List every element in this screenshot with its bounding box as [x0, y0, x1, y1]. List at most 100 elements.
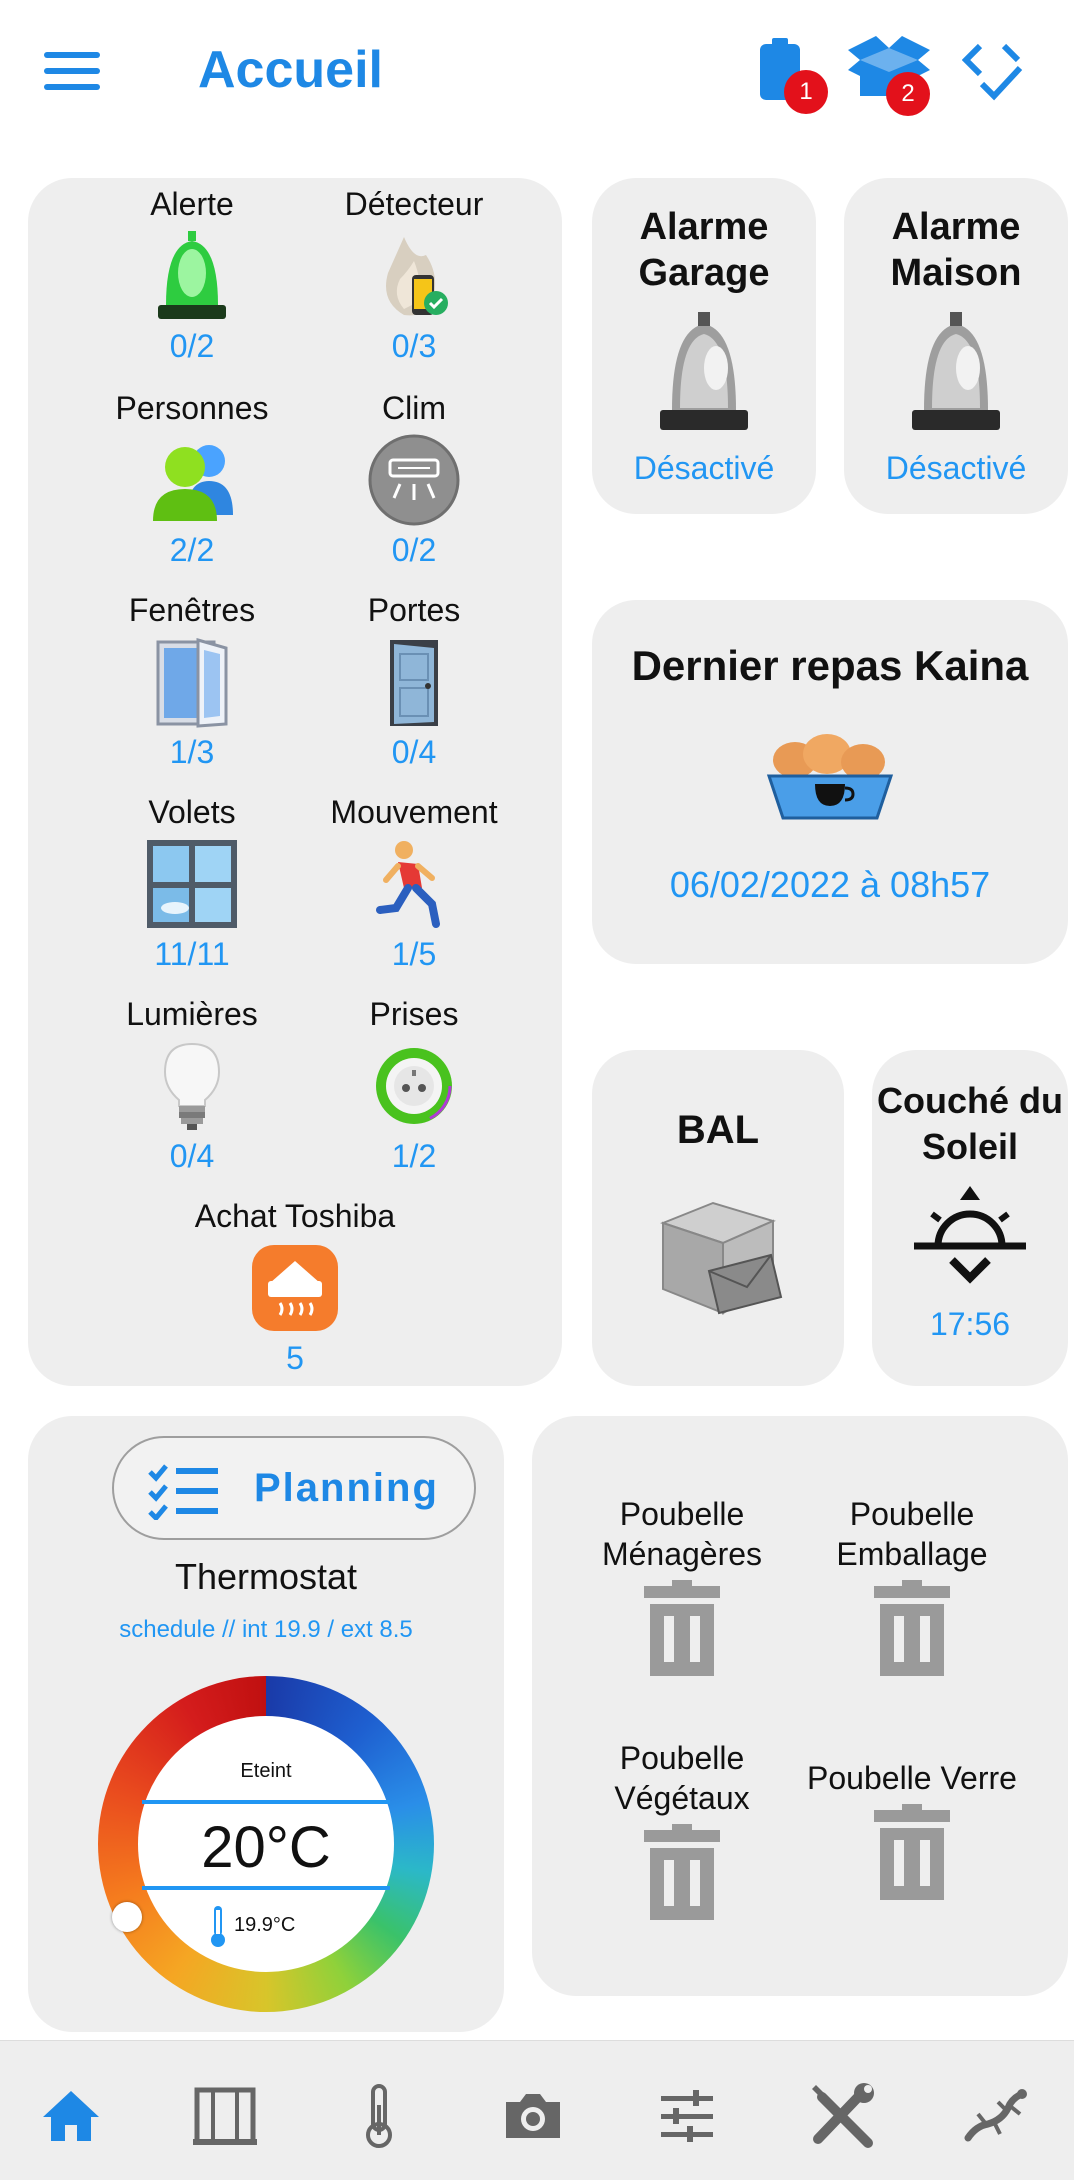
power-outlet-icon — [364, 1038, 464, 1134]
siren-icon — [142, 228, 242, 324]
status-item-label: Lumières — [126, 996, 258, 1032]
trash-icon — [874, 1804, 950, 1900]
status-item-value: 0/4 — [391, 734, 437, 770]
nav-camera[interactable] — [498, 2081, 568, 2151]
last-meal-card[interactable]: Dernier repas Kaina 06/02/2022 à 08h57 — [592, 600, 1068, 964]
bin-vegetaux[interactable]: Poubelle Végétaux — [562, 1738, 802, 1925]
thermostat-mode: Eteint — [240, 1760, 292, 1782]
checklist-icon — [148, 1464, 218, 1520]
alarm-garage-state: Désactivé — [633, 450, 775, 486]
thermometer-icon — [208, 1904, 228, 1948]
status-item-prises[interactable]: Prises 1/2 — [304, 994, 524, 1178]
alarm-maison-title: Alarme Maison — [890, 206, 1022, 294]
status-item-mouvement[interactable]: Mouvement 1/5 — [304, 792, 524, 976]
code-check-button[interactable] — [961, 42, 1024, 102]
last-meal-date: 06/02/2022 à 08h57 — [669, 864, 991, 905]
sunset-time: 17:56 — [929, 1306, 1011, 1342]
home-icon — [43, 2091, 99, 2141]
mailbox-title: BAL — [676, 1108, 760, 1152]
status-item-clim[interactable]: Clim 0/2 — [304, 388, 524, 572]
status-item-label: Détecteur — [344, 186, 484, 222]
bin-label: Poubelle Ménagères — [601, 1496, 763, 1572]
status-item-value: 0/4 — [169, 1138, 215, 1174]
thermometer-icon — [366, 2084, 392, 2148]
bin-menageres[interactable]: Poubelle Ménagères — [562, 1494, 802, 1681]
air-conditioner-icon — [364, 432, 464, 528]
thermostat-divider — [142, 1886, 390, 1890]
status-item-label: Prises — [369, 996, 459, 1032]
thermostat-title: Thermostat — [174, 1556, 358, 1597]
alarm-siren-icon — [906, 312, 1006, 432]
nav-home[interactable] — [36, 2081, 106, 2151]
bin-verre[interactable]: Poubelle Verre — [782, 1758, 1042, 1905]
building-icon — [193, 2087, 257, 2145]
mail-package-icon — [653, 1193, 783, 1323]
bin-label: Poubelle Végétaux — [614, 1740, 750, 1816]
status-item-label: Personnes — [115, 390, 269, 426]
battery-button[interactable]: 1 — [760, 38, 828, 114]
light-bulb-icon — [142, 1038, 242, 1134]
alarm-garage-title: Alarme Garage — [638, 206, 770, 294]
status-item-label: Clim — [382, 390, 446, 426]
alarm-maison-card[interactable]: Alarme Maison Désactivé — [844, 178, 1068, 514]
status-item-label: Achat Toshiba — [194, 1198, 396, 1234]
status-item-volets[interactable]: Volets 11/11 — [82, 792, 302, 976]
status-item-value: 1/5 — [391, 936, 437, 972]
nav-thermometer[interactable] — [344, 2081, 414, 2151]
status-item-label: Volets — [148, 794, 236, 830]
bins-card: Poubelle Ménagères Poubelle Emballage Po… — [532, 1416, 1068, 1996]
thermostat-card: Planning Thermostat schedule // int 19.9… — [28, 1416, 504, 2032]
smoke-detector-icon — [364, 228, 464, 324]
alarm-garage-card[interactable]: Alarme Garage Désactivé — [592, 178, 816, 514]
sunset-title: Couché du Soleil — [877, 1080, 1063, 1167]
motion-icon — [364, 836, 464, 932]
heater-icon — [245, 1240, 345, 1336]
status-item-value: 0/2 — [391, 532, 437, 568]
package-button[interactable]: 2 — [846, 36, 936, 116]
shutters-icon — [142, 836, 242, 932]
bin-label: Poubelle Verre — [807, 1760, 1017, 1796]
status-item-fenetres[interactable]: Fenêtres 1/3 — [82, 590, 302, 774]
status-item-label: Portes — [367, 592, 461, 628]
thermostat-setpoint: 20°C — [201, 1815, 331, 1880]
status-grid-card: Alerte 0/2 Détecteur 0/3 Personnes 2/2 C… — [28, 178, 562, 1386]
pet-bowl-icon — [765, 734, 895, 824]
package-badge: 2 — [886, 72, 930, 116]
status-item-value: 5 — [286, 1340, 304, 1376]
thermostat-current-temp: 19.9°C — [234, 1914, 296, 1936]
nav-tools[interactable] — [806, 2081, 876, 2151]
top-app-bar: Accueil 1 2 — [0, 0, 1074, 150]
people-icon — [142, 432, 242, 528]
code-check-icon — [961, 43, 1023, 101]
thermostat-dial[interactable]: Eteint 20°C 19.9°C — [98, 1676, 434, 2012]
status-item-label: Alerte — [150, 186, 234, 222]
menu-icon[interactable] — [44, 52, 100, 92]
status-item-detecteur[interactable]: Détecteur 0/3 — [304, 184, 524, 368]
sliders-icon — [661, 2090, 713, 2142]
tools-icon — [812, 2083, 874, 2148]
status-item-value: 1/2 — [391, 1138, 437, 1174]
status-item-alerte[interactable]: Alerte 0/2 — [82, 184, 302, 368]
nav-gecko[interactable] — [960, 2081, 1030, 2151]
planning-label: Planning — [254, 1466, 439, 1510]
bin-emballage[interactable]: Poubelle Emballage — [792, 1494, 1032, 1681]
last-meal-title: Dernier repas Kaina — [631, 642, 1029, 689]
door-icon — [364, 634, 464, 730]
status-item-achat-toshiba[interactable]: Achat Toshiba 5 — [180, 1196, 410, 1380]
planning-button[interactable]: Planning — [112, 1436, 476, 1540]
status-item-portes[interactable]: Portes 0/4 — [304, 590, 524, 774]
trash-icon — [644, 1824, 720, 1920]
nav-building[interactable] — [190, 2081, 260, 2151]
status-item-value: 2/2 — [169, 532, 215, 568]
sunset-card[interactable]: Couché du Soleil 17:56 — [872, 1050, 1068, 1386]
status-item-label: Fenêtres — [128, 592, 256, 628]
mailbox-card[interactable]: BAL — [592, 1050, 844, 1386]
window-icon — [142, 634, 242, 730]
thermostat-handle[interactable] — [112, 1902, 142, 1932]
page-title: Accueil — [198, 41, 383, 99]
bin-label: Poubelle Emballage — [836, 1496, 988, 1572]
nav-settings-sliders[interactable] — [652, 2081, 722, 2151]
status-item-personnes[interactable]: Personnes 2/2 — [82, 388, 302, 572]
status-item-value: 0/2 — [169, 328, 215, 364]
status-item-lumieres[interactable]: Lumières 0/4 — [82, 994, 302, 1178]
